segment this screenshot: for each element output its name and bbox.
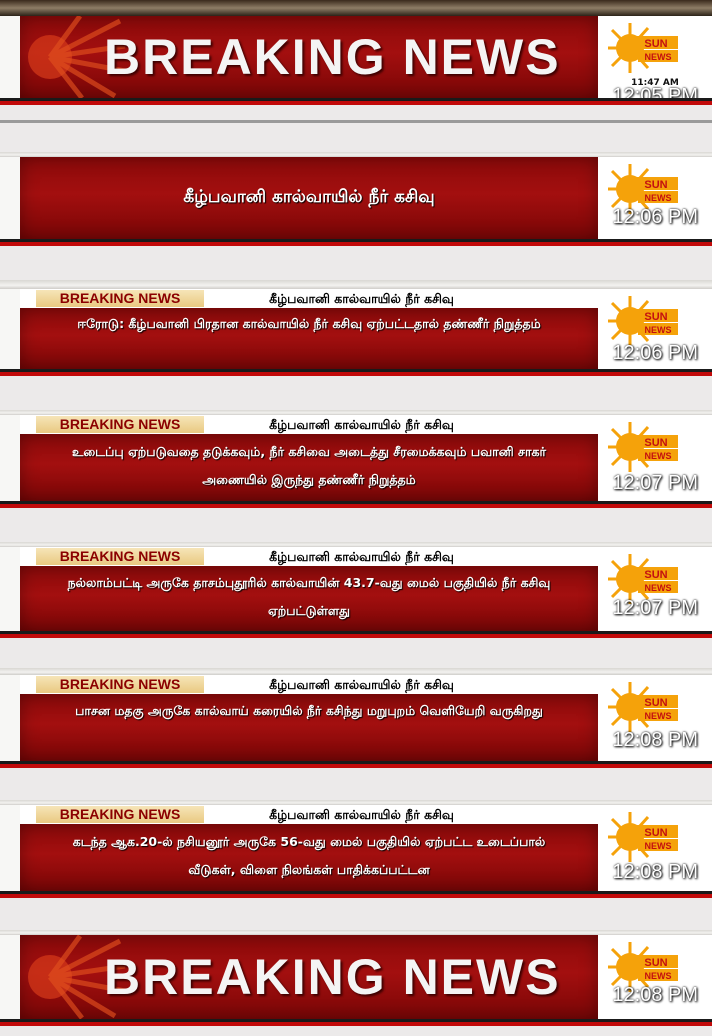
breaking-news-title: BREAKING NEWS (104, 29, 561, 85)
ticker-text: உடைப்பு ஏற்படுவதை தடுக்கவும், நீர் கசிவை… (72, 444, 546, 487)
ticker-text: ஈரோடு: கீழ்பவானி பிரதான கால்வாயில் நீர் … (77, 316, 541, 331)
svg-text:NEWS: NEWS (645, 711, 672, 721)
sun-news-logo-icon: SUN NEWS (608, 23, 678, 73)
timestamp: 12:08 PM (612, 984, 698, 1006)
svg-text:SUN: SUN (644, 179, 667, 191)
svg-text:NEWS: NEWS (645, 583, 672, 593)
timestamp: 12:07 PM (612, 597, 698, 619)
strip-8: BREAKING NEWS SUN NEWS 12:08 PM (0, 930, 712, 1036)
ticker-text: நல்லாம்பட்டி அருகே தாசம்புதூரில் கால்வாய… (67, 575, 551, 618)
timestamp: 12:08 PM (612, 861, 698, 883)
breaking-news-label: BREAKING NEWS (36, 416, 204, 433)
ticker-panel: ஈரோடு: கீழ்பவானி பிரதான கால்வாயில் நீர் … (20, 308, 598, 369)
svg-text:SUN: SUN (644, 569, 667, 581)
svg-text:SUN: SUN (644, 38, 667, 50)
strip-1: BREAKING NEWS SUN NEWS 11:47 AM 12:05 PM (0, 0, 712, 124)
svg-text:SUN: SUN (644, 697, 667, 709)
topic-text: கீழ்பவானி கால்வாயில் நீர் கசிவு (269, 807, 454, 822)
strip-7: BREAKING NEWS கீழ்பவானி கால்வாயில் நீர் … (0, 800, 712, 904)
breaking-news-banner: BREAKING NEWS (20, 935, 598, 1019)
svg-text:NEWS: NEWS (645, 52, 672, 62)
breaking-news-label: BREAKING NEWS (36, 290, 204, 307)
topic-text: கீழ்பவானி கால்வாயில் நீர் கசிவு (269, 417, 454, 432)
breaking-news-label: BREAKING NEWS (36, 676, 204, 693)
strip-3: BREAKING NEWS கீழ்பவானி கால்வாயில் நீர் … (0, 280, 712, 380)
breaking-news-title: BREAKING NEWS (104, 949, 561, 1005)
breaking-news-label: BREAKING NEWS (36, 548, 204, 565)
ticker-text: பாசன மதகு அருகே கால்வாய் கரையில் நீர் கச… (75, 703, 543, 718)
sun-news-logo-icon: SUN NEWS (608, 422, 678, 472)
topic-text: கீழ்பவானி கால்வாயில் நீர் கசிவு (269, 549, 454, 564)
strip-6: BREAKING NEWS கீழ்பவானி கால்வாயில் நீர் … (0, 668, 712, 772)
ticker-panel: பாசன மதகு அருகே கால்வாய் கரையில் நீர் கச… (20, 694, 598, 761)
strip-4: BREAKING NEWS கீழ்பவானி கால்வாயில் நீர் … (0, 410, 712, 514)
svg-text:NEWS: NEWS (645, 451, 672, 461)
svg-text:NEWS: NEWS (645, 841, 672, 851)
sun-news-logo-icon: SUN NEWS (608, 296, 678, 346)
svg-text:NEWS: NEWS (645, 193, 672, 203)
ticker-text: கடந்த ஆக.20-ல் நசியனூர் அருகே 56-வது மைல… (72, 834, 546, 877)
sun-news-logo-icon: SUN NEWS (608, 682, 678, 732)
timestamp: 12:06 PM (612, 206, 698, 228)
headline-text: கீழ்பவானி கால்வாயில் நீர் கசிவு (183, 187, 435, 207)
svg-text:NEWS: NEWS (645, 325, 672, 335)
breaking-news-label: BREAKING NEWS (36, 806, 204, 823)
topic-text: கீழ்பவானி கால்வாயில் நீர் கசிவு (269, 677, 454, 692)
strip-2: கீழ்பவானி கால்வாயில் நீர் கசிவு SUN NEWS… (0, 152, 712, 248)
headline-banner: கீழ்பவானி கால்வாயில் நீர் கசிவு (20, 157, 598, 239)
svg-text:SUN: SUN (644, 437, 667, 449)
ticker-panel: உடைப்பு ஏற்படுவதை தடுக்கவும், நீர் கசிவை… (20, 434, 598, 501)
breaking-news-banner: BREAKING NEWS (20, 16, 598, 98)
timestamp: 12:06 PM (612, 342, 698, 364)
svg-text:NEWS: NEWS (645, 971, 672, 981)
ticker-panel: கடந்த ஆக.20-ல் நசியனூர் அருகே 56-வது மைல… (20, 824, 598, 891)
strip-5: BREAKING NEWS கீழ்பவானி கால்வாயில் நீர் … (0, 542, 712, 642)
svg-text:SUN: SUN (644, 827, 667, 839)
ticker-panel: நல்லாம்பட்டி அருகே தாசம்புதூரில் கால்வாய… (20, 566, 598, 631)
svg-text:SUN: SUN (644, 311, 667, 323)
timestamp: 12:08 PM (612, 729, 698, 751)
topic-text: கீழ்பவானி கால்வாயில் நீர் கசிவு (269, 291, 454, 306)
timestamp: 12:07 PM (612, 472, 698, 494)
svg-text:SUN: SUN (644, 957, 667, 969)
sun-news-logo-icon: SUN NEWS (608, 812, 678, 862)
